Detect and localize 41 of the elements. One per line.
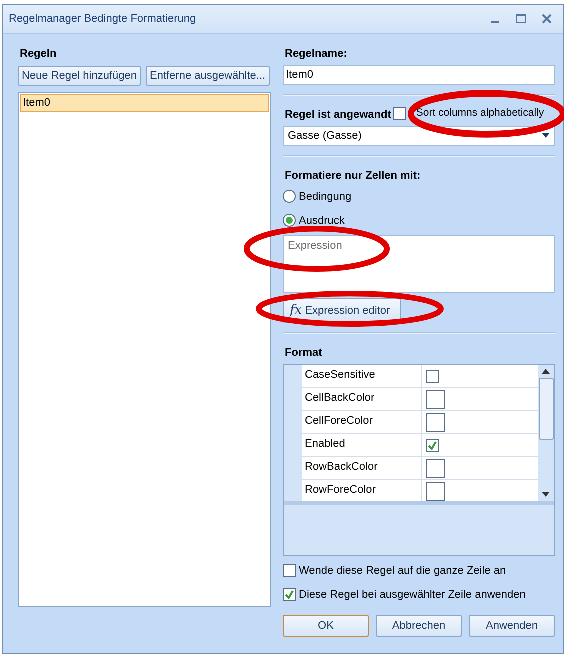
property-name: CellForeColor — [302, 411, 422, 433]
rule-applied-label: Regel ist angewandt — [284, 108, 392, 121]
rule-name-label: Regelname: — [284, 47, 348, 60]
rule-item[interactable]: Item0 — [20, 94, 269, 112]
add-rule-button[interactable]: Neue Regel hinzufügen — [18, 66, 141, 86]
property-checkbox[interactable] — [426, 438, 439, 452]
dialog-button[interactable]: Anwenden — [469, 615, 555, 637]
option-label: Wende diese Regel auf die ganze Zeile an — [299, 564, 506, 576]
rule-name-field[interactable]: Item0 — [283, 65, 555, 85]
radio-button[interactable] — [283, 214, 296, 227]
option-label: Diese Regel bei ausgewählter Zeile anwenden — [299, 588, 526, 600]
property-checkbox[interactable] — [426, 370, 439, 382]
format-only-label: Formatiere nur Zellen mit: — [284, 169, 422, 182]
sort-checkbox[interactable] — [393, 106, 406, 120]
rules-heading: Regeln — [19, 47, 58, 60]
color-swatch[interactable] — [426, 458, 445, 478]
scroll-up-icon[interactable] — [542, 369, 550, 374]
maximize-icon[interactable] — [515, 13, 527, 25]
property-name: Enabled — [302, 434, 422, 456]
radio-label: Ausdruck — [299, 214, 345, 226]
color-swatch[interactable] — [426, 390, 445, 408]
dropdown-arrow-icon — [542, 133, 550, 139]
format-heading: Format — [284, 346, 324, 359]
window-title: Regelmanager Bedingte Formatierung — [9, 13, 196, 25]
scrollbar[interactable] — [538, 365, 554, 501]
close-icon[interactable] — [541, 13, 553, 25]
color-swatch[interactable] — [426, 412, 445, 432]
radio-label: Bedingung — [299, 190, 352, 202]
remove-rule-button[interactable]: Entferne ausgewählte... — [146, 66, 270, 86]
color-swatch[interactable] — [426, 482, 445, 500]
property-name: CellBackColor — [302, 388, 422, 410]
sort-columns-label: Sort columns alphabetically — [416, 107, 544, 119]
radio-button[interactable] — [283, 190, 296, 203]
property-name: RowBackColor — [302, 457, 422, 479]
dialog-button[interactable]: Abbrechen — [376, 615, 462, 637]
expression-field[interactable]: Expression — [283, 235, 555, 293]
option-checkbox[interactable] — [283, 588, 296, 601]
option-checkbox[interactable] — [283, 564, 296, 577]
property-name: CaseSensitive — [302, 365, 422, 387]
dialog-button[interactable]: OK — [283, 615, 369, 637]
scroll-down-icon[interactable] — [542, 492, 550, 497]
